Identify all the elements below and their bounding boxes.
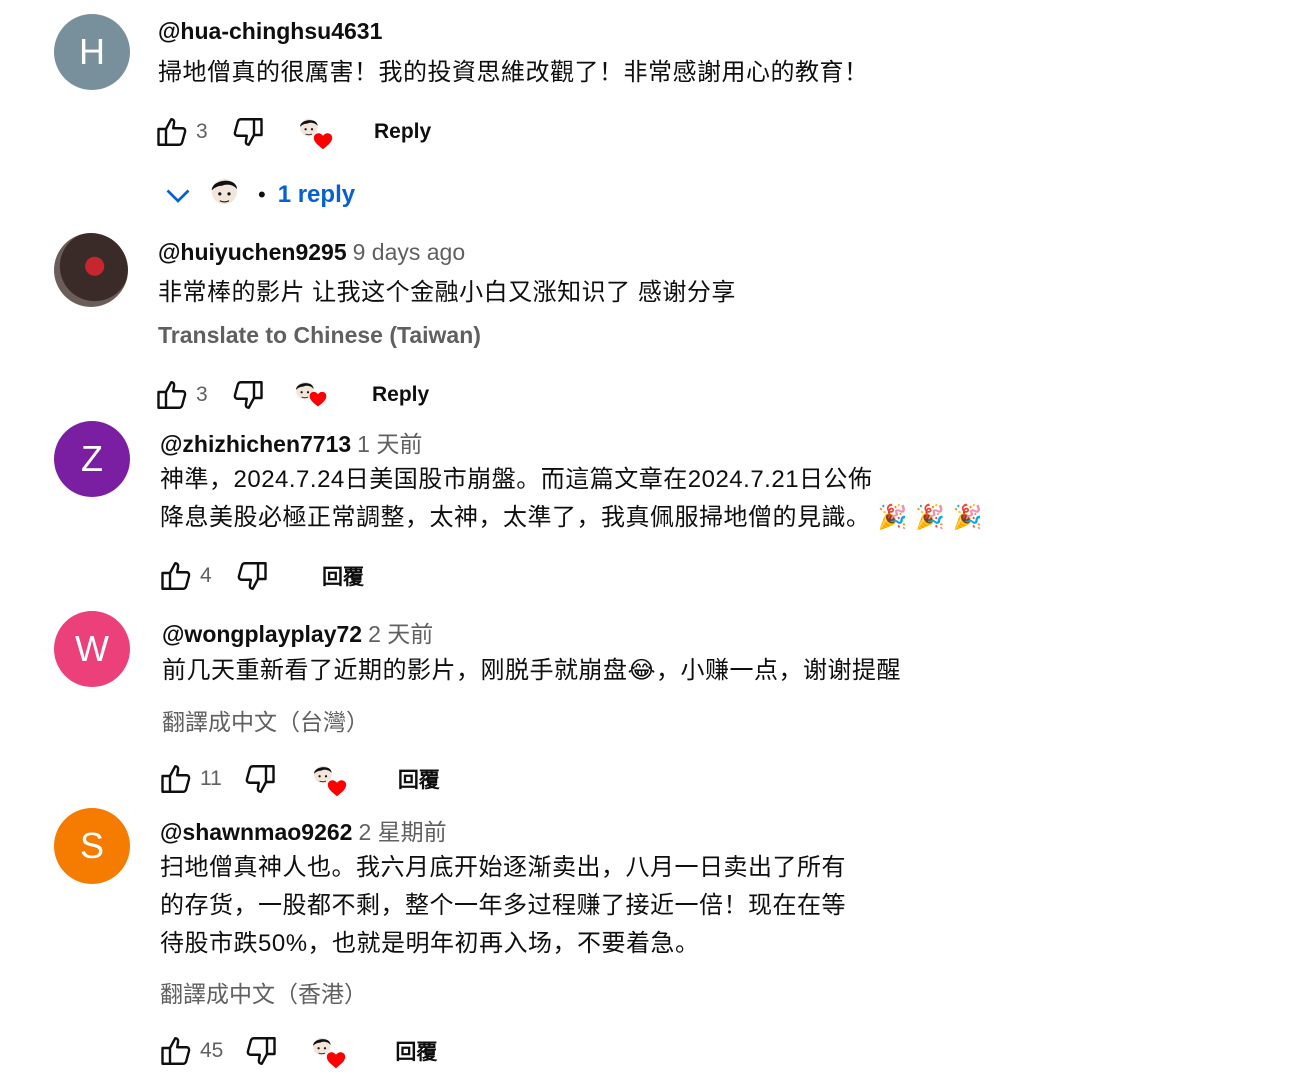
party-popper-emoji: 🎉 🎉 🎉 [877, 504, 984, 531]
creator-avatar-icon [206, 172, 252, 218]
comment-text: 前几天重新看了近期的影片，刚脱手就崩盘😂，小赚一点，谢谢提醒 [162, 652, 901, 690]
author-name[interactable]: @hua-chinghsu4631 [158, 18, 382, 44]
translate-link[interactable]: Translate to Chinese (Taiwan) [158, 322, 481, 349]
separator-dot: • [258, 182, 266, 207]
comment-text: 非常棒的影片 让我这个金融小白又涨知识了 感谢分享 [158, 279, 736, 306]
like-count: 3 [196, 120, 208, 143]
avatar[interactable]: Z [54, 421, 130, 497]
author-name[interactable]: @wongplayplay72 [162, 621, 362, 647]
avatar[interactable]: H [54, 14, 130, 90]
thumb-down-icon [234, 558, 270, 594]
heart-icon [308, 389, 328, 409]
author-name[interactable]: @huiyuchen9295 [158, 239, 347, 265]
like-button[interactable] [152, 112, 192, 152]
like-count: 3 [196, 383, 208, 406]
author-line: @wongplayplay72 2 天前 [162, 615, 433, 649]
author-name[interactable]: @zhizhichen7713 [160, 431, 351, 457]
like-button[interactable] [156, 759, 196, 799]
comment-actions: 11 回覆 [156, 757, 440, 801]
reply-button[interactable]: 回覆 [398, 764, 440, 794]
translate-link[interactable]: 翻譯成中文（香港） [160, 975, 367, 1009]
author-name[interactable]: @shawnmao9262 [160, 819, 352, 845]
thumb-up-icon [158, 558, 194, 594]
like-button[interactable] [156, 1031, 196, 1071]
chevron-down-icon [166, 189, 190, 203]
avatar[interactable]: S [54, 808, 130, 884]
reply-button[interactable]: Reply [374, 120, 431, 144]
like-button[interactable] [152, 375, 192, 415]
dislike-button[interactable] [241, 1031, 281, 1071]
dislike-button[interactable] [240, 759, 280, 799]
like-count: 45 [200, 1039, 224, 1062]
avatar[interactable] [54, 233, 128, 307]
comment-time[interactable]: 2 星期前 [358, 819, 446, 845]
laughing-emoji: 😂 [627, 657, 657, 684]
comment-time[interactable]: 1 天前 [357, 431, 422, 457]
comment-text-line-1: 神準，2024.7.24日美国股市崩盤。而這篇文章在2024.7.21日公佈 [160, 466, 873, 493]
creator-heart-badge [292, 375, 332, 415]
heart-icon [325, 1049, 347, 1071]
like-count: 4 [200, 564, 212, 587]
comment-text-line-1: 扫地僧真神人也。我六月底开始逐渐卖出，八月一日卖出了所有 [160, 854, 846, 881]
avatar[interactable]: W [54, 611, 130, 687]
like-count: 11 [200, 767, 222, 790]
dislike-button[interactable] [232, 556, 272, 596]
thumb-down-icon [230, 114, 266, 150]
reply-button[interactable]: Reply [372, 383, 429, 407]
reply-button[interactable]: 回覆 [395, 1036, 437, 1066]
comment-time[interactable]: 2 天前 [368, 621, 433, 647]
author-line: @hua-chinghsu4631 [158, 18, 382, 45]
thumb-down-icon [242, 761, 278, 797]
comment-text-part: ，小赚一点，谢谢提醒 [656, 657, 902, 684]
comment-actions: 45 回覆 [156, 1029, 437, 1073]
dislike-button[interactable] [228, 112, 268, 152]
creator-heart-badge [310, 759, 350, 799]
comment-text: 掃地僧真的很厲害！我的投資思維改觀了！非常感謝用心的教育！ [158, 59, 869, 86]
comment-text: 降息美股必極正常調整，太神，太準了，我真佩服掃地僧的見識。 [160, 504, 871, 531]
creator-heart-badge [309, 1031, 349, 1071]
heart-icon [326, 777, 348, 799]
reply-button[interactable]: 回覆 [322, 561, 364, 591]
heart-icon [312, 130, 334, 152]
replies-count-label[interactable]: 1 reply [278, 181, 355, 209]
translate-link[interactable]: 翻譯成中文（台灣） [162, 703, 369, 737]
comment-text-line-2: 的存货，一股都不剩，整个一年多过程赚了接近一倍！现在在等 [160, 892, 846, 919]
thumb-down-icon [230, 377, 266, 413]
view-replies-button[interactable]: • 1 reply [160, 172, 355, 218]
comment-actions: 3 Reply [152, 110, 431, 154]
comment-text-line-3: 待股市跌50%，也就是明年初再入场，不要着急。 [160, 930, 700, 957]
comment-text-line-2: 降息美股必極正常調整，太神，太準了，我真佩服掃地僧的見識。 🎉 🎉 🎉 [160, 499, 983, 537]
comment-time[interactable]: 9 days ago [353, 239, 466, 265]
author-line: @shawnmao9262 2 星期前 [160, 813, 447, 847]
like-button[interactable] [156, 556, 196, 596]
comment-actions: 4 回覆 [156, 554, 364, 598]
dislike-button[interactable] [228, 375, 268, 415]
thumb-up-icon [158, 1033, 194, 1069]
thumb-up-icon [154, 377, 190, 413]
author-line: @zhizhichen7713 1 天前 [160, 425, 422, 459]
comment-actions: 3 Reply [152, 373, 429, 417]
comment-text-part: 前几天重新看了近期的影片，刚脱手就崩盘 [162, 657, 628, 684]
thumb-up-icon [154, 114, 190, 150]
thumb-up-icon [158, 761, 194, 797]
author-line: @huiyuchen9295 9 days ago [158, 239, 465, 266]
creator-heart-badge [296, 112, 336, 152]
thumb-down-icon [243, 1033, 279, 1069]
